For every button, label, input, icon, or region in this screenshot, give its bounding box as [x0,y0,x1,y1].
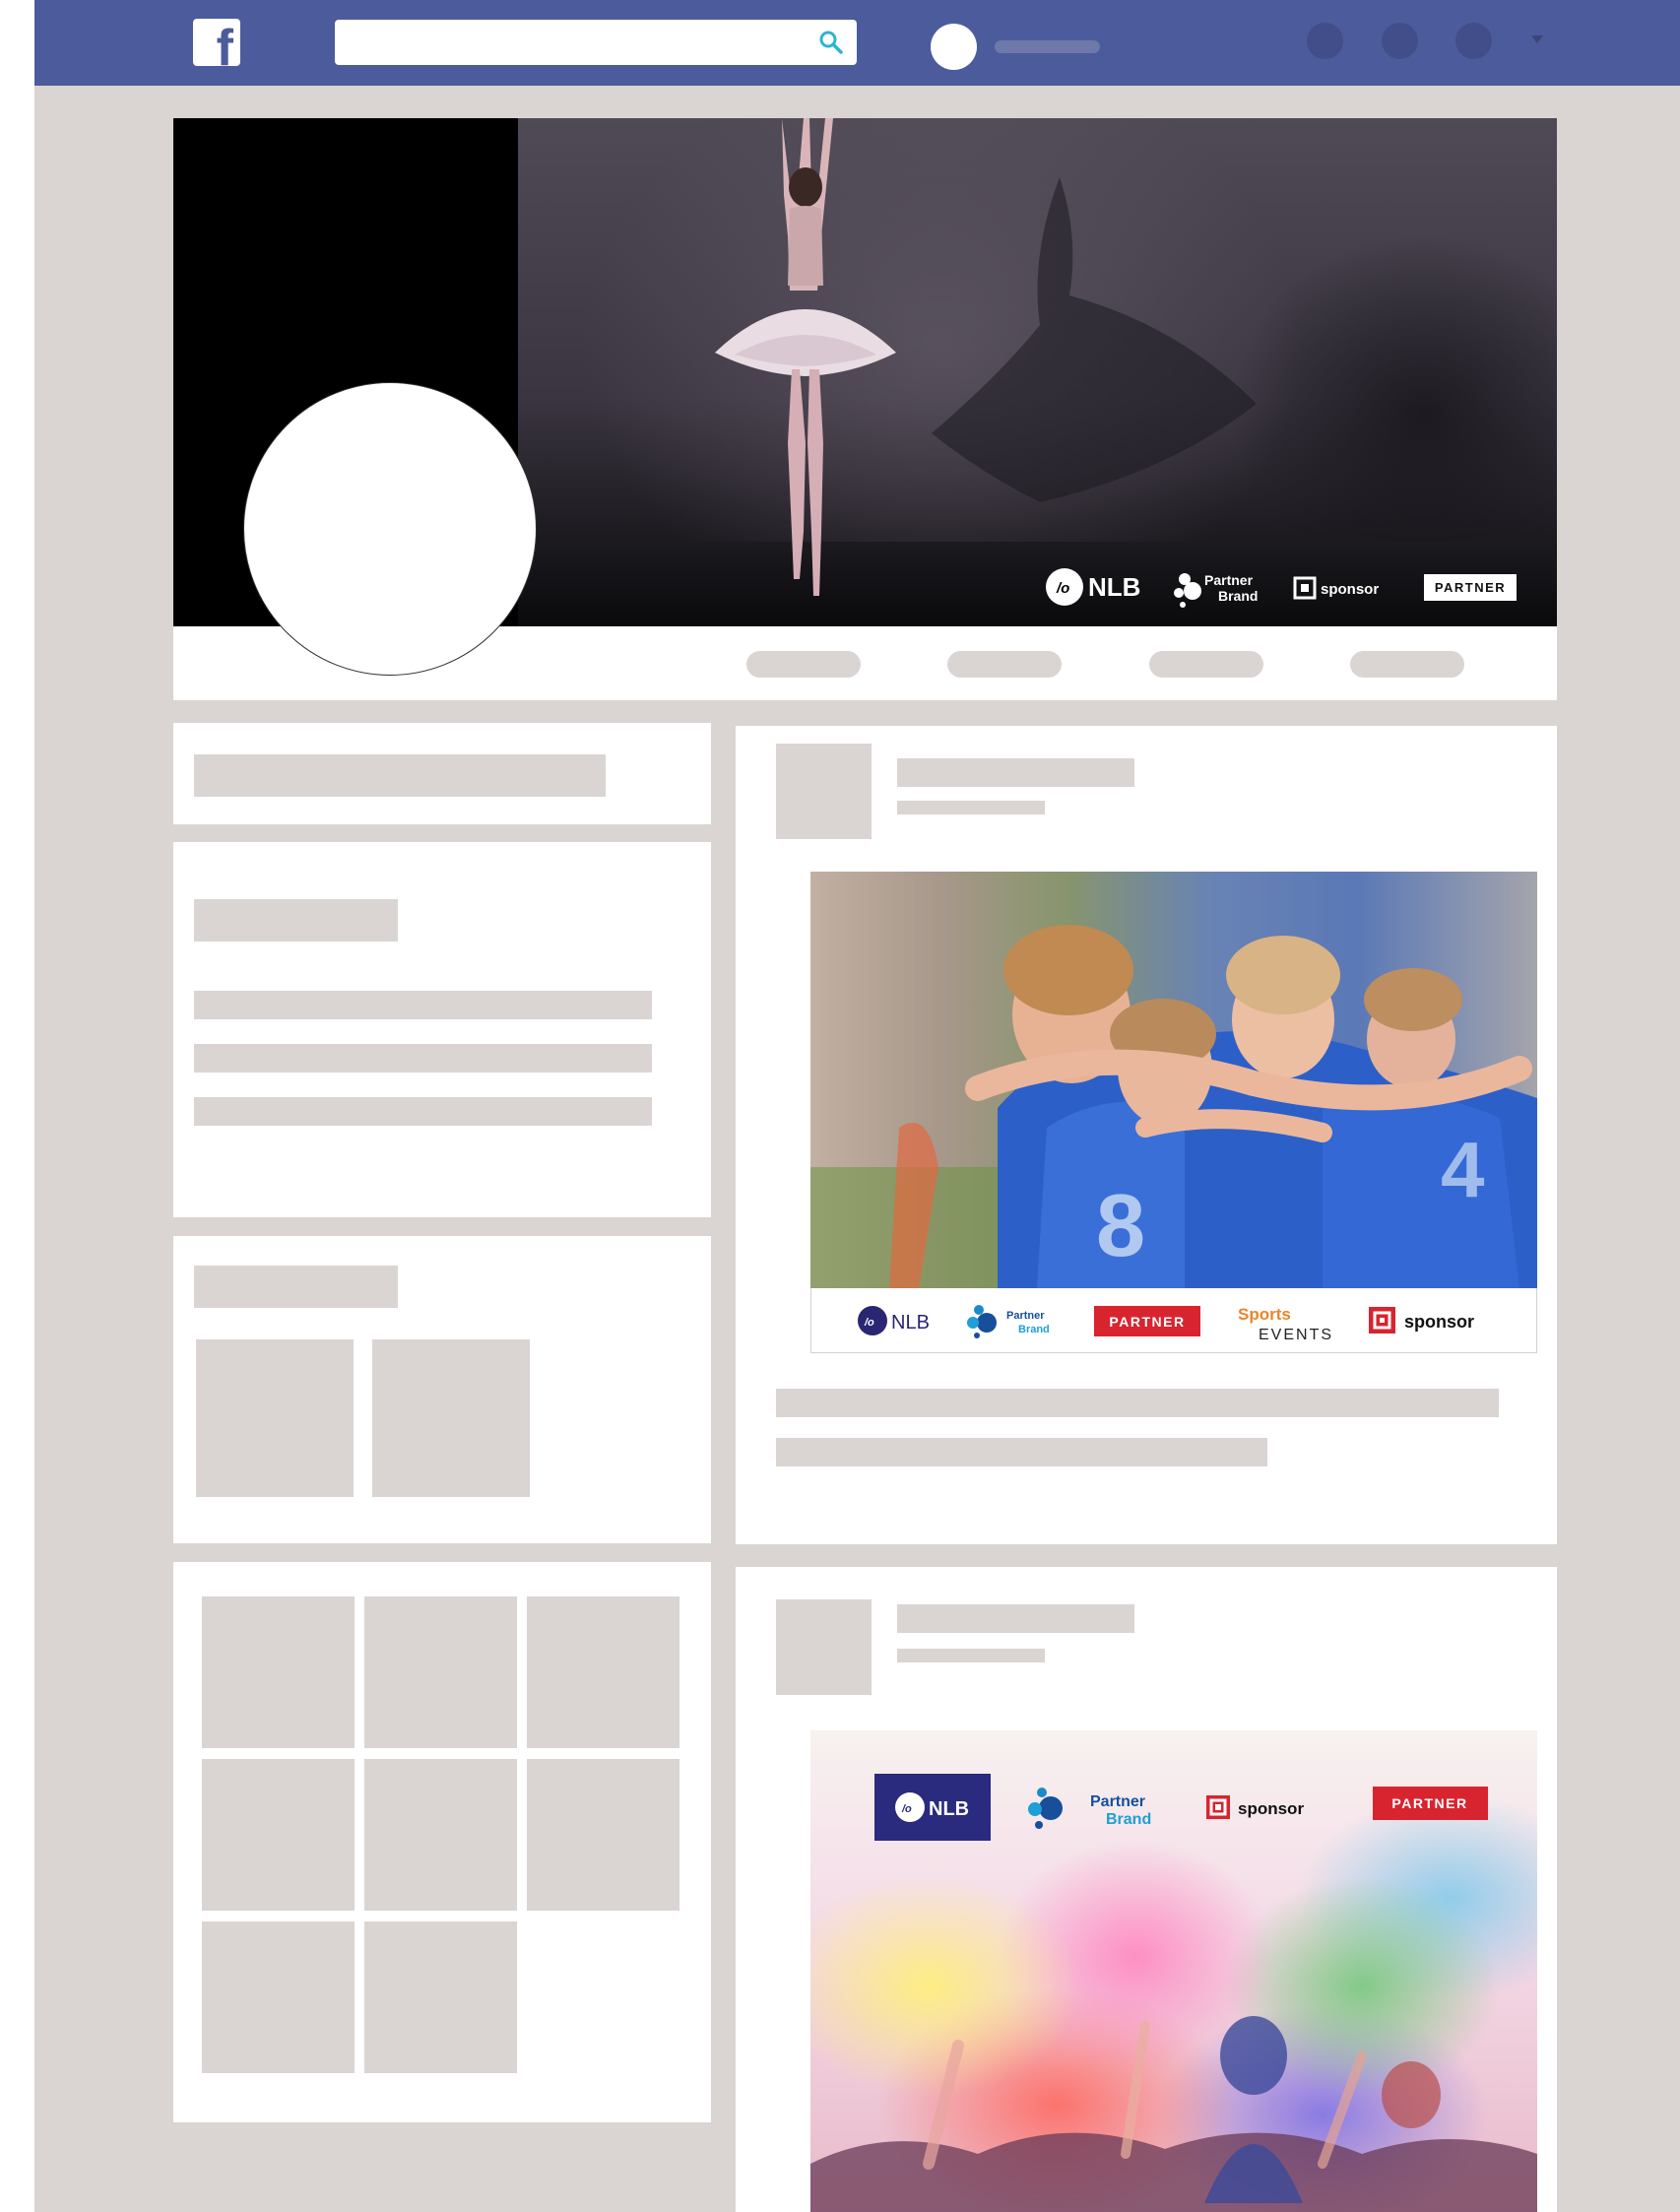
strip-logo-events: EVENTS [1259,1327,1333,1343]
about-card [173,842,711,1217]
team-huddle-illustration: 8 4 [810,872,1537,1288]
friend-thumbnail[interactable] [364,1921,517,2073]
tab-placeholder-1[interactable] [746,651,861,678]
friend-thumbnail[interactable] [527,1759,679,1911]
facebook-logo-icon[interactable]: f [193,19,240,66]
intro-card [173,723,711,824]
post2-logo-nlb: NLB [929,1798,969,1820]
post-image-color-festival[interactable]: /o NLB Partner Brand sponsor PARTNER [810,1730,1537,2212]
friend-thumbnail[interactable] [364,1596,517,1748]
search-icon[interactable] [817,29,845,56]
post2-logo-partner-badge: PARTNER [1391,1795,1467,1811]
svg-text:/o: /o [864,1317,874,1329]
svg-text:8: 8 [1096,1177,1145,1275]
photos-card [173,1236,711,1543]
post-author-name-placeholder[interactable] [897,1604,1134,1633]
friend-thumbnail[interactable] [364,1759,517,1911]
post-author-avatar[interactable] [776,1599,872,1695]
photos-title-placeholder [194,1266,398,1308]
page: f /o NLB Partner Brand sponsor PARTNER 8… [34,0,1680,2212]
tab-placeholder-2[interactable] [947,651,1062,678]
post2-sponsor-logos: /o NLB Partner Brand sponsor PARTNER [874,1774,1488,1841]
svg-text:/o: /o [901,1803,912,1815]
post2-logo-sponsor: sponsor [1238,1799,1304,1818]
friend-requests-icon[interactable] [1307,23,1343,59]
post-text-placeholder [776,1389,1499,1417]
post-sponsor-strip: /o NLB Partner Brand PARTNER Sports EVEN… [810,1288,1537,1353]
cover-sponsor-logos: /o NLB Partner Brand sponsor PARTNER [1045,563,1518,611]
friend-thumbnail[interactable] [202,1596,355,1748]
profile-avatar-icon[interactable] [931,24,977,70]
about-line-placeholder [194,991,652,1019]
post-date-placeholder[interactable] [897,1649,1045,1662]
dancer-shadow-illustration [932,177,1257,502]
post-text-placeholder [776,1438,1267,1466]
post-image-team-huddle[interactable]: 8 4 [810,872,1537,1288]
strip-logo-sponsor: sponsor [1404,1312,1474,1332]
ballerina-illustration [715,118,896,596]
cover-logo-nlb: NLB [1088,572,1140,602]
cover-logo-brand: Brand [1218,588,1258,604]
photo-thumbnail[interactable] [196,1339,354,1497]
friend-thumbnail[interactable] [527,1596,679,1748]
strip-logo-partner-badge: PARTNER [1109,1314,1185,1330]
search-input[interactable] [335,20,857,65]
about-line-placeholder [194,1097,652,1126]
svg-text:4: 4 [1441,1126,1485,1213]
strip-logo-sports: Sports [1238,1305,1291,1324]
intro-placeholder [194,754,606,797]
post2-logo-brand: Brand [1106,1811,1151,1828]
top-navigation-bar: f [34,0,1680,86]
cover-logo-partner: Partner [1204,572,1254,588]
logo-letter: f [216,20,233,66]
friend-thumbnail[interactable] [202,1921,355,2073]
notifications-icon[interactable] [1455,23,1492,59]
post2-logo-partner: Partner [1090,1793,1145,1810]
post-date-placeholder[interactable] [897,801,1045,814]
friend-thumbnail[interactable] [202,1759,355,1911]
post-author-name-placeholder[interactable] [897,758,1134,787]
strip-logo-brand: Brand [1018,1324,1050,1335]
about-line-placeholder [194,1044,652,1073]
tab-placeholder-4[interactable] [1350,651,1464,678]
cover-logo-partner-badge: PARTNER [1435,580,1506,595]
profile-picture[interactable] [243,382,537,676]
cover-logo-sponsor: sponsor [1321,581,1379,598]
photo-thumbnail[interactable] [372,1339,530,1497]
profile-name-placeholder[interactable] [995,40,1100,53]
post-author-avatar[interactable] [776,744,872,839]
svg-text:/o: /o [1056,580,1069,597]
friends-card [173,1562,711,2122]
tab-placeholder-3[interactable] [1149,651,1263,678]
strip-logo-nlb: NLB [891,1312,930,1334]
messages-icon[interactable] [1382,23,1418,59]
chevron-down-icon[interactable] [1531,35,1543,43]
strip-logo-partner: Partner [1006,1310,1045,1322]
about-title-placeholder [194,899,398,942]
